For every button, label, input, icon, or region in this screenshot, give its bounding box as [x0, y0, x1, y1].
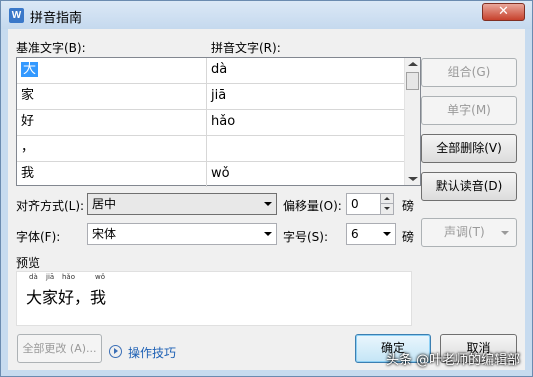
alignment-label: 对齐方式(L):: [16, 199, 85, 213]
spin-up-icon[interactable]: [380, 194, 393, 204]
size-unit: 磅: [402, 230, 415, 244]
base-cell[interactable]: 我: [17, 162, 207, 187]
table-row[interactable]: 好 hǎo: [17, 110, 405, 136]
table-row[interactable]: 我 wǒ: [17, 162, 405, 188]
ruby-text: wǒ: [95, 273, 106, 281]
combine-button[interactable]: 组合(G): [421, 58, 517, 87]
single-char-button[interactable]: 单字(M): [421, 96, 517, 125]
delete-all-button[interactable]: 全部删除(V): [421, 134, 517, 163]
ruby-text: hǎo: [62, 273, 76, 281]
pinyin-cell[interactable]: [207, 136, 405, 161]
play-icon[interactable]: [109, 345, 122, 358]
offset-unit: 磅: [402, 199, 415, 213]
table-row[interactable]: ，: [17, 136, 405, 162]
pinyin-text-label: 拼音文字(R):: [211, 41, 281, 55]
pinyin-cell[interactable]: dà: [207, 58, 405, 83]
change-all-button[interactable]: 全部更改 (A)...: [17, 334, 102, 363]
close-button[interactable]: ✕: [482, 3, 525, 21]
scroll-up-icon[interactable]: [408, 62, 418, 66]
base-cell[interactable]: 家: [17, 84, 207, 109]
tone-button[interactable]: 声调(T): [421, 218, 517, 247]
size-label: 字号(S):: [283, 230, 329, 244]
chevron-down-icon: [383, 232, 391, 236]
base-cell[interactable]: ，: [17, 136, 207, 161]
default-reading-button[interactable]: 默认读音(D): [421, 172, 517, 201]
base-text-label: 基准文字(B):: [16, 41, 86, 55]
offset-stepper[interactable]: 0: [346, 193, 394, 215]
preview-label: 预览: [16, 256, 41, 270]
window-title: 拼音指南: [30, 11, 83, 26]
dialog-body: 基准文字(B): 拼音文字(R): 大 dà 家 jiā 好 hǎo ， 我 w…: [8, 29, 525, 370]
title-bar: W 拼音指南 ✕: [1, 1, 532, 29]
font-label: 字体(F):: [16, 230, 61, 244]
pinyin-cell[interactable]: hǎo: [207, 110, 405, 135]
scroll-down-icon[interactable]: [408, 177, 418, 181]
preview-box: dà jiā hǎo wǒ 大家好，我: [16, 271, 412, 326]
table-row[interactable]: 家 jiā: [17, 84, 405, 110]
pinyin-table: 大 dà 家 jiā 好 hǎo ， 我 wǒ: [16, 57, 421, 188]
preview-text: 大家好，我: [26, 288, 107, 307]
base-cell[interactable]: 大: [17, 58, 207, 83]
pinyin-cell[interactable]: jiā: [207, 84, 405, 109]
base-cell[interactable]: 好: [17, 110, 207, 135]
chevron-down-icon: [501, 231, 509, 235]
ruby-text: jiā: [46, 273, 55, 281]
table-scrollbar[interactable]: [404, 58, 420, 185]
chevron-down-icon: [264, 202, 272, 206]
alignment-select[interactable]: 居中: [87, 193, 277, 215]
spin-down-icon[interactable]: [380, 204, 393, 214]
offset-label: 偏移量(O):: [283, 199, 342, 213]
size-select[interactable]: 6: [346, 223, 396, 245]
font-select[interactable]: 宋体: [87, 223, 277, 245]
ruby-text: dà: [29, 273, 38, 281]
chevron-down-icon: [264, 232, 272, 236]
pinyin-cell[interactable]: wǒ: [207, 162, 405, 187]
tips-link[interactable]: 操作技巧: [128, 344, 176, 361]
watermark-text: 头条 @叶老师的编辑部: [386, 353, 521, 368]
scroll-thumb[interactable]: [406, 72, 419, 90]
pinyin-guide-dialog: W 拼音指南 ✕ 基准文字(B): 拼音文字(R): 大 dà 家 jiā 好 …: [0, 0, 533, 377]
table-row[interactable]: 大 dà: [17, 58, 405, 84]
wps-app-icon: W: [9, 8, 24, 23]
